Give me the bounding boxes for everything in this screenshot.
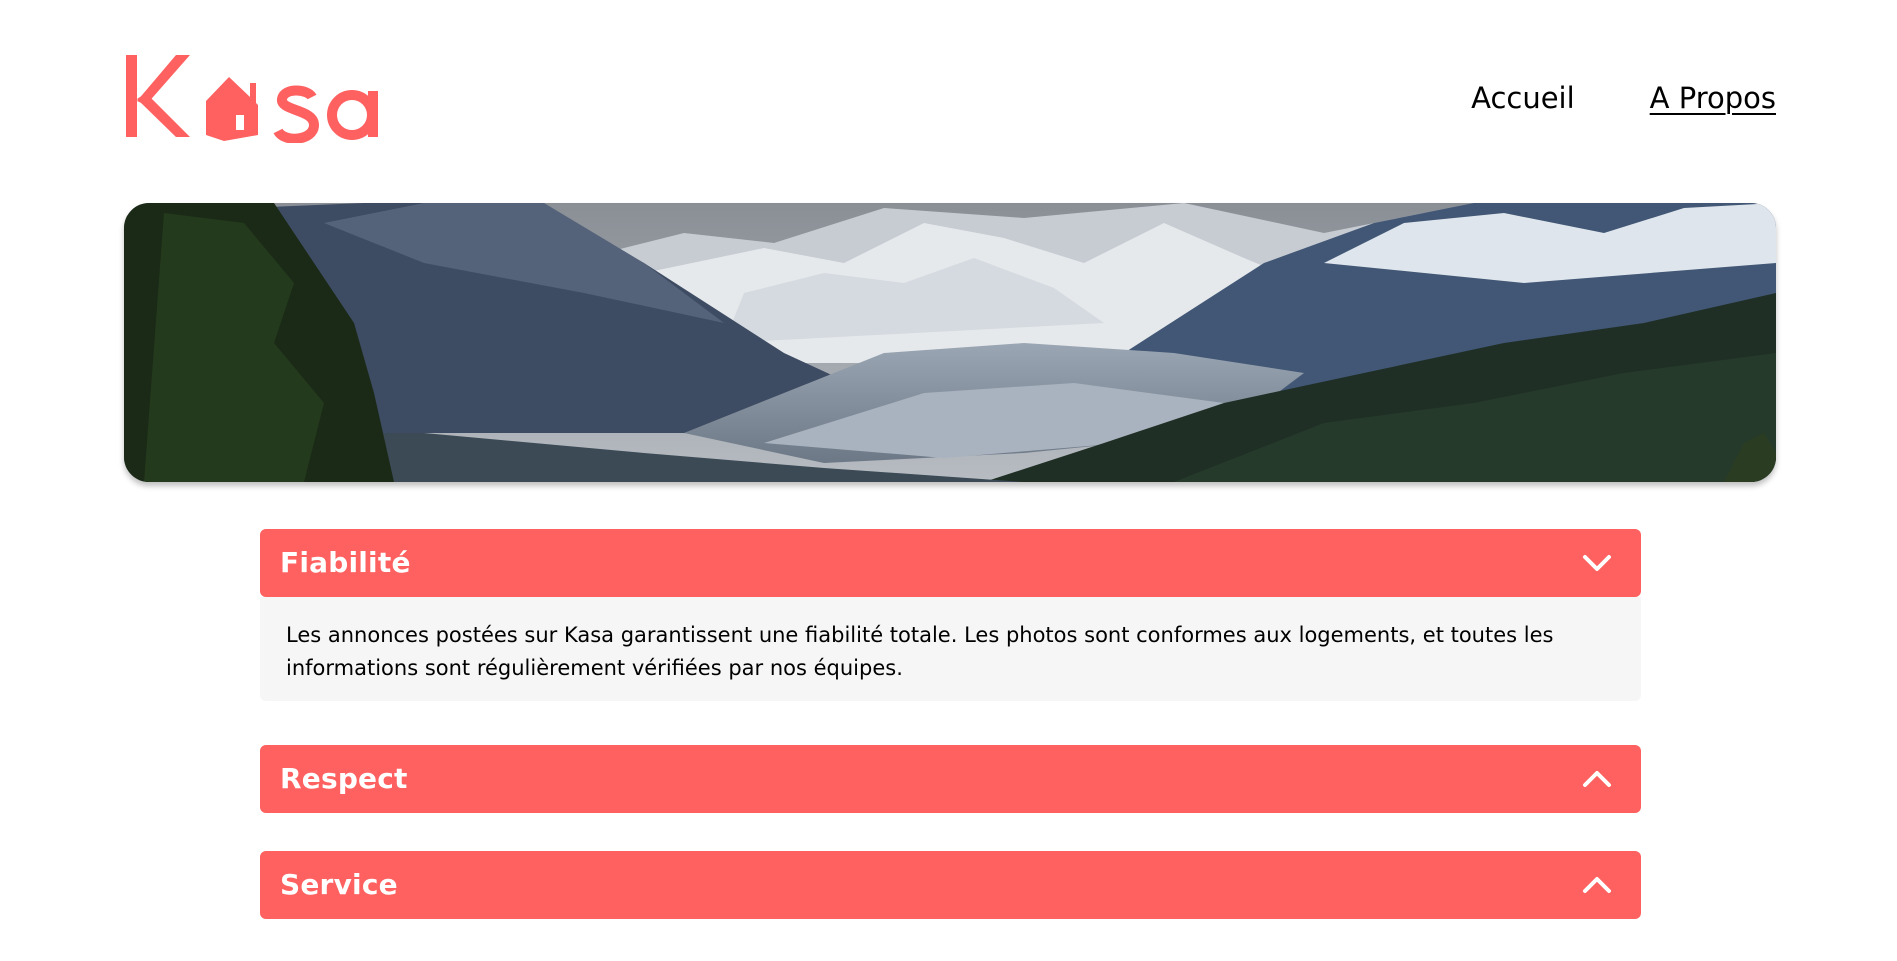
collapse-respect: Respect [260,745,1641,813]
values-collapse-list: Fiabilité Les annonces postées sur Kasa … [260,529,1641,919]
collapse-service: Service [260,851,1641,919]
chevron-down-icon[interactable] [1581,550,1613,576]
collapse-title: Respect [280,762,408,795]
chevron-up-icon[interactable] [1581,766,1613,792]
collapse-content-fiabilite: Les annonces postées sur Kasa garantisse… [260,597,1641,701]
collapse-header-respect[interactable]: Respect [260,745,1641,813]
chevron-up-icon[interactable] [1581,872,1613,898]
main-nav: Accueil A Propos [1471,78,1776,118]
mountain-landscape-image [124,203,1776,482]
site-header: Accueil A Propos [124,48,1776,152]
about-page: Accueil A Propos Fiabilité Les annonces … [0,0,1897,961]
collapse-header-fiabilite[interactable]: Fiabilité [260,529,1641,597]
kasa-logo[interactable] [124,53,394,143]
collapse-header-service[interactable]: Service [260,851,1641,919]
nav-link-a-propos[interactable]: A Propos [1650,78,1776,118]
collapse-fiabilite: Fiabilité Les annonces postées sur Kasa … [260,529,1641,701]
collapse-title: Fiabilité [280,546,411,579]
nav-link-accueil[interactable]: Accueil [1471,78,1575,118]
about-banner-image [124,203,1776,482]
collapse-title: Service [280,868,398,901]
collapse-text: Les annonces postées sur Kasa garantisse… [286,623,1554,680]
